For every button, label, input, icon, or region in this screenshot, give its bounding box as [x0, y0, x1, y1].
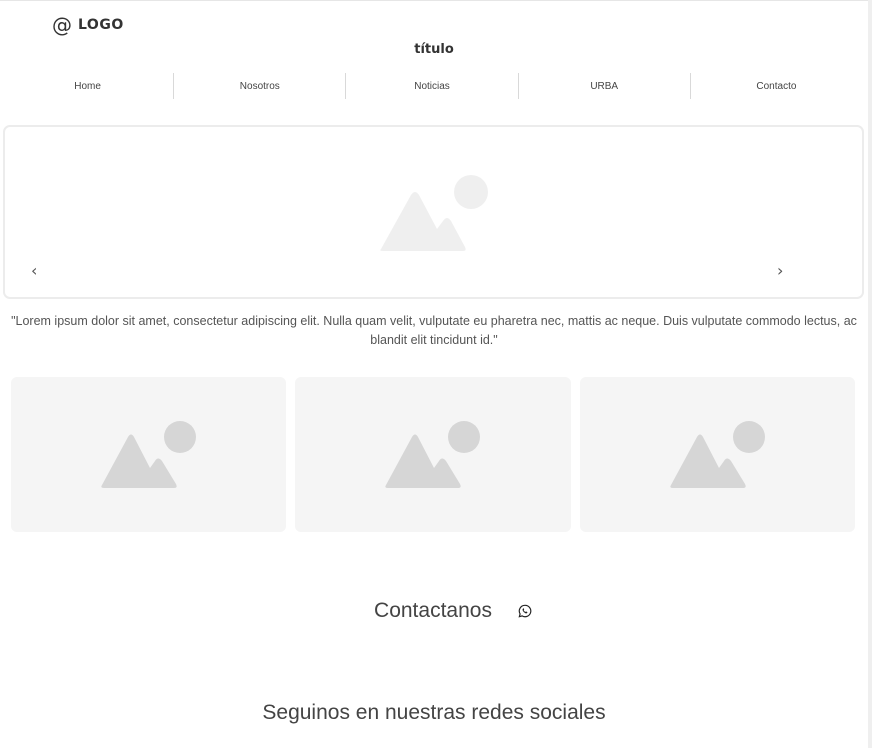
nav-item-home[interactable]: Home — [2, 73, 175, 99]
image-card[interactable] — [11, 377, 287, 532]
image-card[interactable] — [295, 377, 571, 532]
image-placeholder-icon — [669, 421, 765, 488]
nav-item-nosotros[interactable]: Nosotros — [174, 73, 347, 99]
carousel-prev-button[interactable]: ‹ — [31, 261, 37, 280]
nav-item-contacto[interactable]: Contacto — [691, 73, 862, 99]
page: @ LOGO título Home Nosotros Noticias URB… — [0, 0, 868, 748]
whatsapp-icon[interactable] — [518, 604, 532, 618]
image-placeholder-icon — [380, 175, 488, 251]
nav-item-urba[interactable]: URBA — [519, 73, 691, 99]
at-sign-icon: @ — [52, 13, 72, 37]
carousel-next-button[interactable]: › — [777, 261, 783, 280]
quote-text: "Lorem ipsum dolor sit amet, consectetur… — [11, 314, 857, 347]
main-nav: Home Nosotros Noticias URBA Contacto — [2, 73, 862, 99]
contact-section: Contactanos — [0, 599, 868, 623]
logo-text: LOGO — [78, 17, 124, 33]
page-title: título — [414, 42, 454, 57]
scrollbar-track[interactable] — [868, 0, 872, 748]
image-cards — [11, 377, 855, 532]
contact-heading: Contactanos — [374, 599, 492, 622]
social-heading: Seguinos en nuestras redes sociales — [262, 701, 606, 724]
logo[interactable]: @ LOGO — [52, 13, 124, 37]
image-carousel: ‹ › — [3, 125, 864, 299]
image-card[interactable] — [579, 377, 855, 532]
image-placeholder-icon — [385, 421, 481, 488]
image-placeholder-icon — [101, 421, 196, 488]
nav-item-noticias[interactable]: Noticias — [346, 73, 519, 99]
